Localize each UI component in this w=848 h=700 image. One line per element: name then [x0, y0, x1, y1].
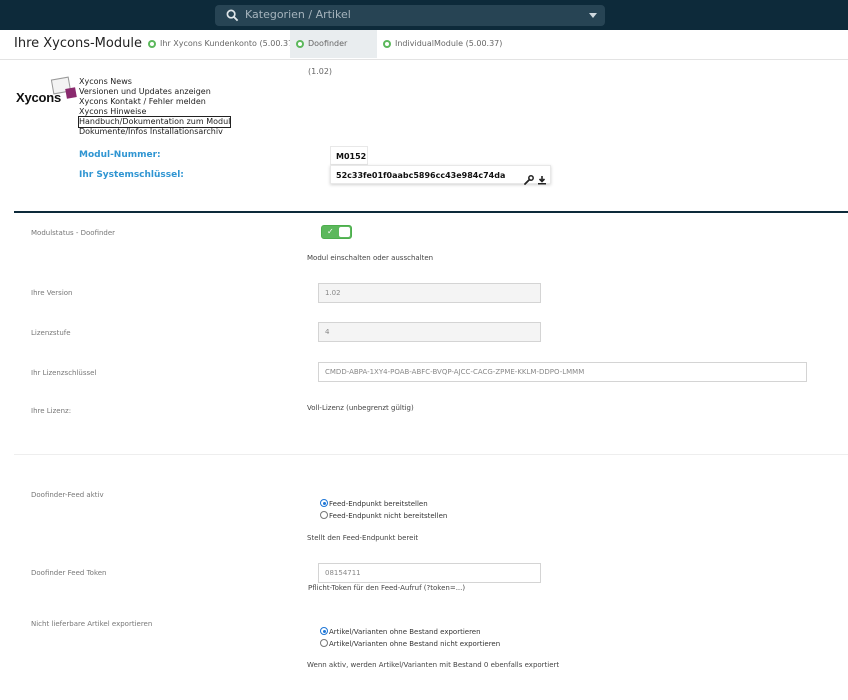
status-dot-icon: [148, 40, 156, 48]
radio-checked-icon: [320, 627, 328, 635]
module-status-toggle[interactable]: ✓: [321, 225, 352, 239]
status-dot-icon: [296, 40, 304, 48]
level-field: 4: [318, 322, 541, 342]
feed-option-off[interactable]: Feed-Endpunkt nicht bereitstellen: [320, 511, 447, 520]
license-key-field[interactable]: CMDD-ABPA-1XY4-POAB-ABFC-BVQP-AJCC-CACG-…: [318, 362, 807, 382]
search-placeholder: Kategorien / Artikel: [245, 8, 351, 21]
feed-option-on[interactable]: Feed-Endpunkt bereitstellen: [320, 499, 428, 508]
status-dot-icon: [383, 40, 391, 48]
tab-label: Ihr Xycons Kundenkonto (5.00.37): [160, 39, 297, 48]
link-contact[interactable]: Xycons Kontakt / Fehler melden: [79, 97, 230, 107]
level-label: Lizenzstufe: [31, 329, 71, 337]
section-separator: [14, 454, 848, 455]
tab-kundenkonto[interactable]: Ihr Xycons Kundenkonto (5.00.37): [142, 30, 302, 58]
search-input[interactable]: Kategorien / Artikel: [215, 5, 605, 26]
token-field[interactable]: 08154711: [318, 563, 541, 583]
feed-label: Doofinder-Feed aktiv: [31, 491, 104, 499]
radio-label: Artikel/Varianten ohne Bestand nicht exp…: [329, 640, 501, 648]
link-documents[interactable]: Dokumente/Infos Installationsarchiv: [79, 127, 230, 137]
module-number-value: M0152: [330, 146, 368, 165]
tab-individualmodule[interactable]: IndividualModule (5.00.37): [377, 30, 508, 58]
license-label: Ihre Lizenz:: [31, 407, 72, 415]
radio-label: Feed-Endpunkt bereitstellen: [329, 500, 428, 508]
checkmark-icon: ✓: [327, 227, 334, 236]
section-divider: [14, 211, 848, 213]
radio-unchecked-icon: [320, 639, 328, 647]
tab-doofinder[interactable]: Doofinder (1.02): [290, 30, 377, 76]
xycons-links: Xycons News Versionen und Updates anzeig…: [77, 77, 232, 137]
link-updates[interactable]: Versionen und Updates anzeigen: [79, 87, 230, 97]
logo-square-icon: [65, 87, 77, 99]
radio-unchecked-icon: [320, 511, 328, 519]
download-icon[interactable]: [537, 175, 547, 185]
radio-label: Artikel/Varianten ohne Bestand exportier…: [329, 628, 481, 636]
version-field: 1.02: [318, 283, 541, 303]
wrench-icon[interactable]: [524, 174, 535, 185]
status-label: Modulstatus - Doofinder: [31, 229, 116, 237]
feed-note: Stellt den Feed-Endpunkt bereit: [307, 534, 419, 542]
system-key-value: 52c33fe01f0aabc5896cc43e984c74da: [330, 165, 551, 185]
token-label: Doofinder Feed Token: [31, 569, 107, 577]
page-title: Ihre Xycons-Module: [14, 36, 142, 51]
token-note: Pflicht-Token für den Feed-Aufruf (?toke…: [308, 584, 466, 592]
logo-wordmark: Xycons: [16, 90, 62, 105]
radio-label: Feed-Endpunkt nicht bereitstellen: [329, 512, 448, 520]
tab-label: Doofinder (1.02): [308, 39, 348, 76]
chevron-down-icon[interactable]: [589, 13, 597, 18]
status-note: Modul einschalten oder ausschalten: [307, 254, 434, 262]
search-icon: [226, 9, 239, 22]
license-value: Voll-Lizenz (unbegrenzt gültig): [307, 404, 414, 412]
system-key-text: 52c33fe01f0aabc5896cc43e984c74da: [336, 171, 506, 180]
version-label: Ihre Version: [31, 289, 73, 297]
module-number-label: Modul-Nummer:: [79, 150, 161, 160]
export-label: Nicht lieferbare Artikel exportieren: [31, 620, 153, 628]
link-manual[interactable]: Handbuch/Dokumentation zum Modul: [77, 116, 232, 128]
toggle-knob: [339, 227, 350, 237]
radio-checked-icon: [320, 499, 328, 507]
system-key-label: Ihr Systemschlüssel:: [79, 170, 184, 180]
export-option-off[interactable]: Artikel/Varianten ohne Bestand nicht exp…: [320, 639, 500, 648]
module-header: Ihre Xycons-Module Ihr Xycons Kundenkont…: [0, 30, 848, 76]
tab-label: IndividualModule (5.00.37): [395, 39, 503, 48]
export-option-on[interactable]: Artikel/Varianten ohne Bestand exportier…: [320, 627, 481, 636]
link-news[interactable]: Xycons News: [79, 77, 230, 87]
license-key-label: Ihr Lizenzschlüssel: [31, 369, 97, 377]
link-hints[interactable]: Xycons Hinweise: [79, 107, 230, 117]
export-note: Wenn aktiv, werden Artikel/Varianten mit…: [307, 661, 560, 669]
top-bar: Kategorien / Artikel: [0, 0, 848, 30]
